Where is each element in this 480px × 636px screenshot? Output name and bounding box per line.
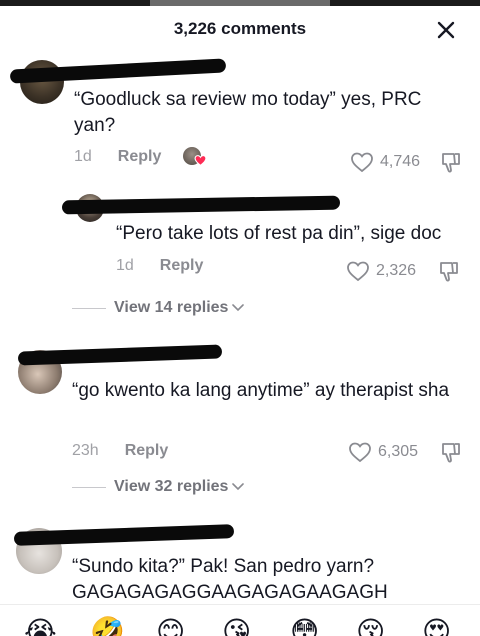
thumbs-down-icon[interactable]	[440, 151, 462, 175]
like-count: 4,746	[380, 153, 421, 170]
divider-line	[72, 307, 106, 309]
emoji-kiss-icon[interactable]: 😘	[222, 617, 251, 636]
comment-item: “Sundo kita?” Pak! San pedro yarn? GAGAG…	[0, 514, 480, 604]
heart-outline-icon	[349, 442, 371, 463]
heart-outline-icon	[347, 261, 369, 282]
comment-timestamp: 1d	[74, 148, 92, 165]
like-count: 6,305	[378, 443, 419, 460]
reply-button[interactable]: Reply	[125, 442, 169, 460]
comment-meta: 23h Reply	[72, 442, 168, 460]
view-replies-button[interactable]: View 14 replies	[72, 299, 245, 317]
redacted-username	[61, 195, 341, 215]
like-button[interactable]: 4,746	[350, 151, 420, 173]
emoji-quick-bar: 😭 🤣 😊 😘 😳 😚 😍	[0, 604, 480, 636]
close-icon[interactable]	[434, 18, 458, 42]
reply-button[interactable]: Reply	[118, 148, 162, 166]
comment-text: “Pero take lots of rest pa din”, sige do…	[116, 223, 442, 244]
comments-sheet: 3,226 comments “Goodluck sa review mo to…	[0, 6, 480, 636]
chevron-down-icon	[232, 304, 245, 312]
emoji-smile-icon[interactable]: 😊	[156, 617, 185, 636]
reply-button[interactable]: Reply	[160, 257, 204, 275]
comment-timestamp: 1d	[116, 257, 134, 274]
view-replies-button[interactable]: View 32 replies	[72, 478, 245, 496]
view-replies-label: View 14 replies	[114, 299, 229, 316]
comment-timestamp: 23h	[72, 442, 99, 459]
like-button[interactable]: 2,326	[346, 260, 416, 282]
comment-meta: 1d Reply	[74, 146, 207, 168]
emoji-rofl-icon[interactable]: 🤣	[90, 617, 125, 636]
comment-text: “Goodluck sa review mo today” yes, PRC y…	[74, 89, 422, 136]
comment-item: “go kwento ka lang anytime” ay therapist…	[0, 338, 480, 468]
chevron-down-icon	[232, 483, 245, 491]
view-replies-label: View 32 replies	[114, 478, 229, 495]
creator-liked-heart-icon	[194, 155, 207, 167]
comment-text: “go kwento ka lang anytime” ay therapist…	[72, 380, 450, 401]
comments-header: 3,226 comments	[0, 6, 480, 54]
emoji-heart-eyes-icon[interactable]: 😍	[422, 617, 451, 636]
heart-outline-icon	[351, 152, 373, 173]
emoji-flushed-icon[interactable]: 😳	[290, 617, 319, 636]
divider-line	[72, 486, 106, 488]
reply-item: “Pero take lots of rest pa din”, sige do…	[0, 184, 480, 284]
like-count: 2,326	[376, 262, 417, 279]
creator-liked-badge	[183, 146, 207, 168]
comment-item: “Goodluck sa review mo today” yes, PRC y…	[0, 54, 480, 184]
comment-count: 3,226 comments	[173, 19, 307, 38]
thumbs-down-icon[interactable]	[440, 441, 462, 465]
emoji-loudly-crying-icon[interactable]: 😭	[24, 617, 57, 636]
like-button[interactable]: 6,305	[348, 441, 418, 463]
thumbs-down-icon[interactable]	[438, 260, 460, 284]
redacted-username	[17, 344, 223, 366]
comment-meta: 1d Reply	[116, 257, 203, 275]
comment-text: “Sundo kita?” Pak! San pedro yarn? GAGAG…	[72, 556, 388, 603]
emoji-kissing-closed-eyes-icon[interactable]: 😚	[356, 617, 385, 636]
redacted-username	[13, 524, 235, 546]
